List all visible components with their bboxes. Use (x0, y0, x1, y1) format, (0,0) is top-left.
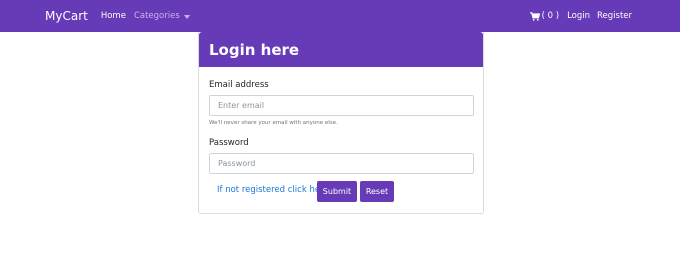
nav-login-link[interactable]: Login (567, 11, 590, 21)
nav-home-link[interactable]: Home (101, 11, 126, 21)
reset-button[interactable]: Reset (360, 181, 394, 202)
nav-categories-dropdown[interactable]: Categories (134, 11, 190, 21)
login-card-header: Login here (199, 32, 483, 67)
shopping-cart-icon (529, 11, 540, 21)
cart-count: ( 0 ) (541, 11, 560, 21)
caret-down-icon (183, 14, 190, 19)
cart-link[interactable]: ( 0 ) (529, 11, 560, 21)
email-label: Email address (209, 80, 269, 90)
submit-button[interactable]: Submit (317, 181, 357, 202)
nav-categories-label: Categories (133, 11, 180, 21)
email-help-text: We'll never share your email with anyone… (209, 120, 338, 126)
brand-logo[interactable]: MyCart (45, 9, 88, 23)
email-input[interactable] (209, 95, 474, 116)
password-input[interactable] (209, 153, 474, 174)
navbar-right: ( 0 ) Login Register (529, 0, 632, 32)
navbar: MyCart Home Categories ( 0 ) Login Regis… (0, 0, 680, 32)
nav-register-link[interactable]: Register (597, 11, 632, 21)
password-label: Password (209, 138, 249, 148)
login-title: Login here (209, 40, 300, 59)
register-link[interactable]: If not registered click here (217, 185, 329, 195)
login-card: Login here Email address We'll never sha… (198, 32, 484, 214)
